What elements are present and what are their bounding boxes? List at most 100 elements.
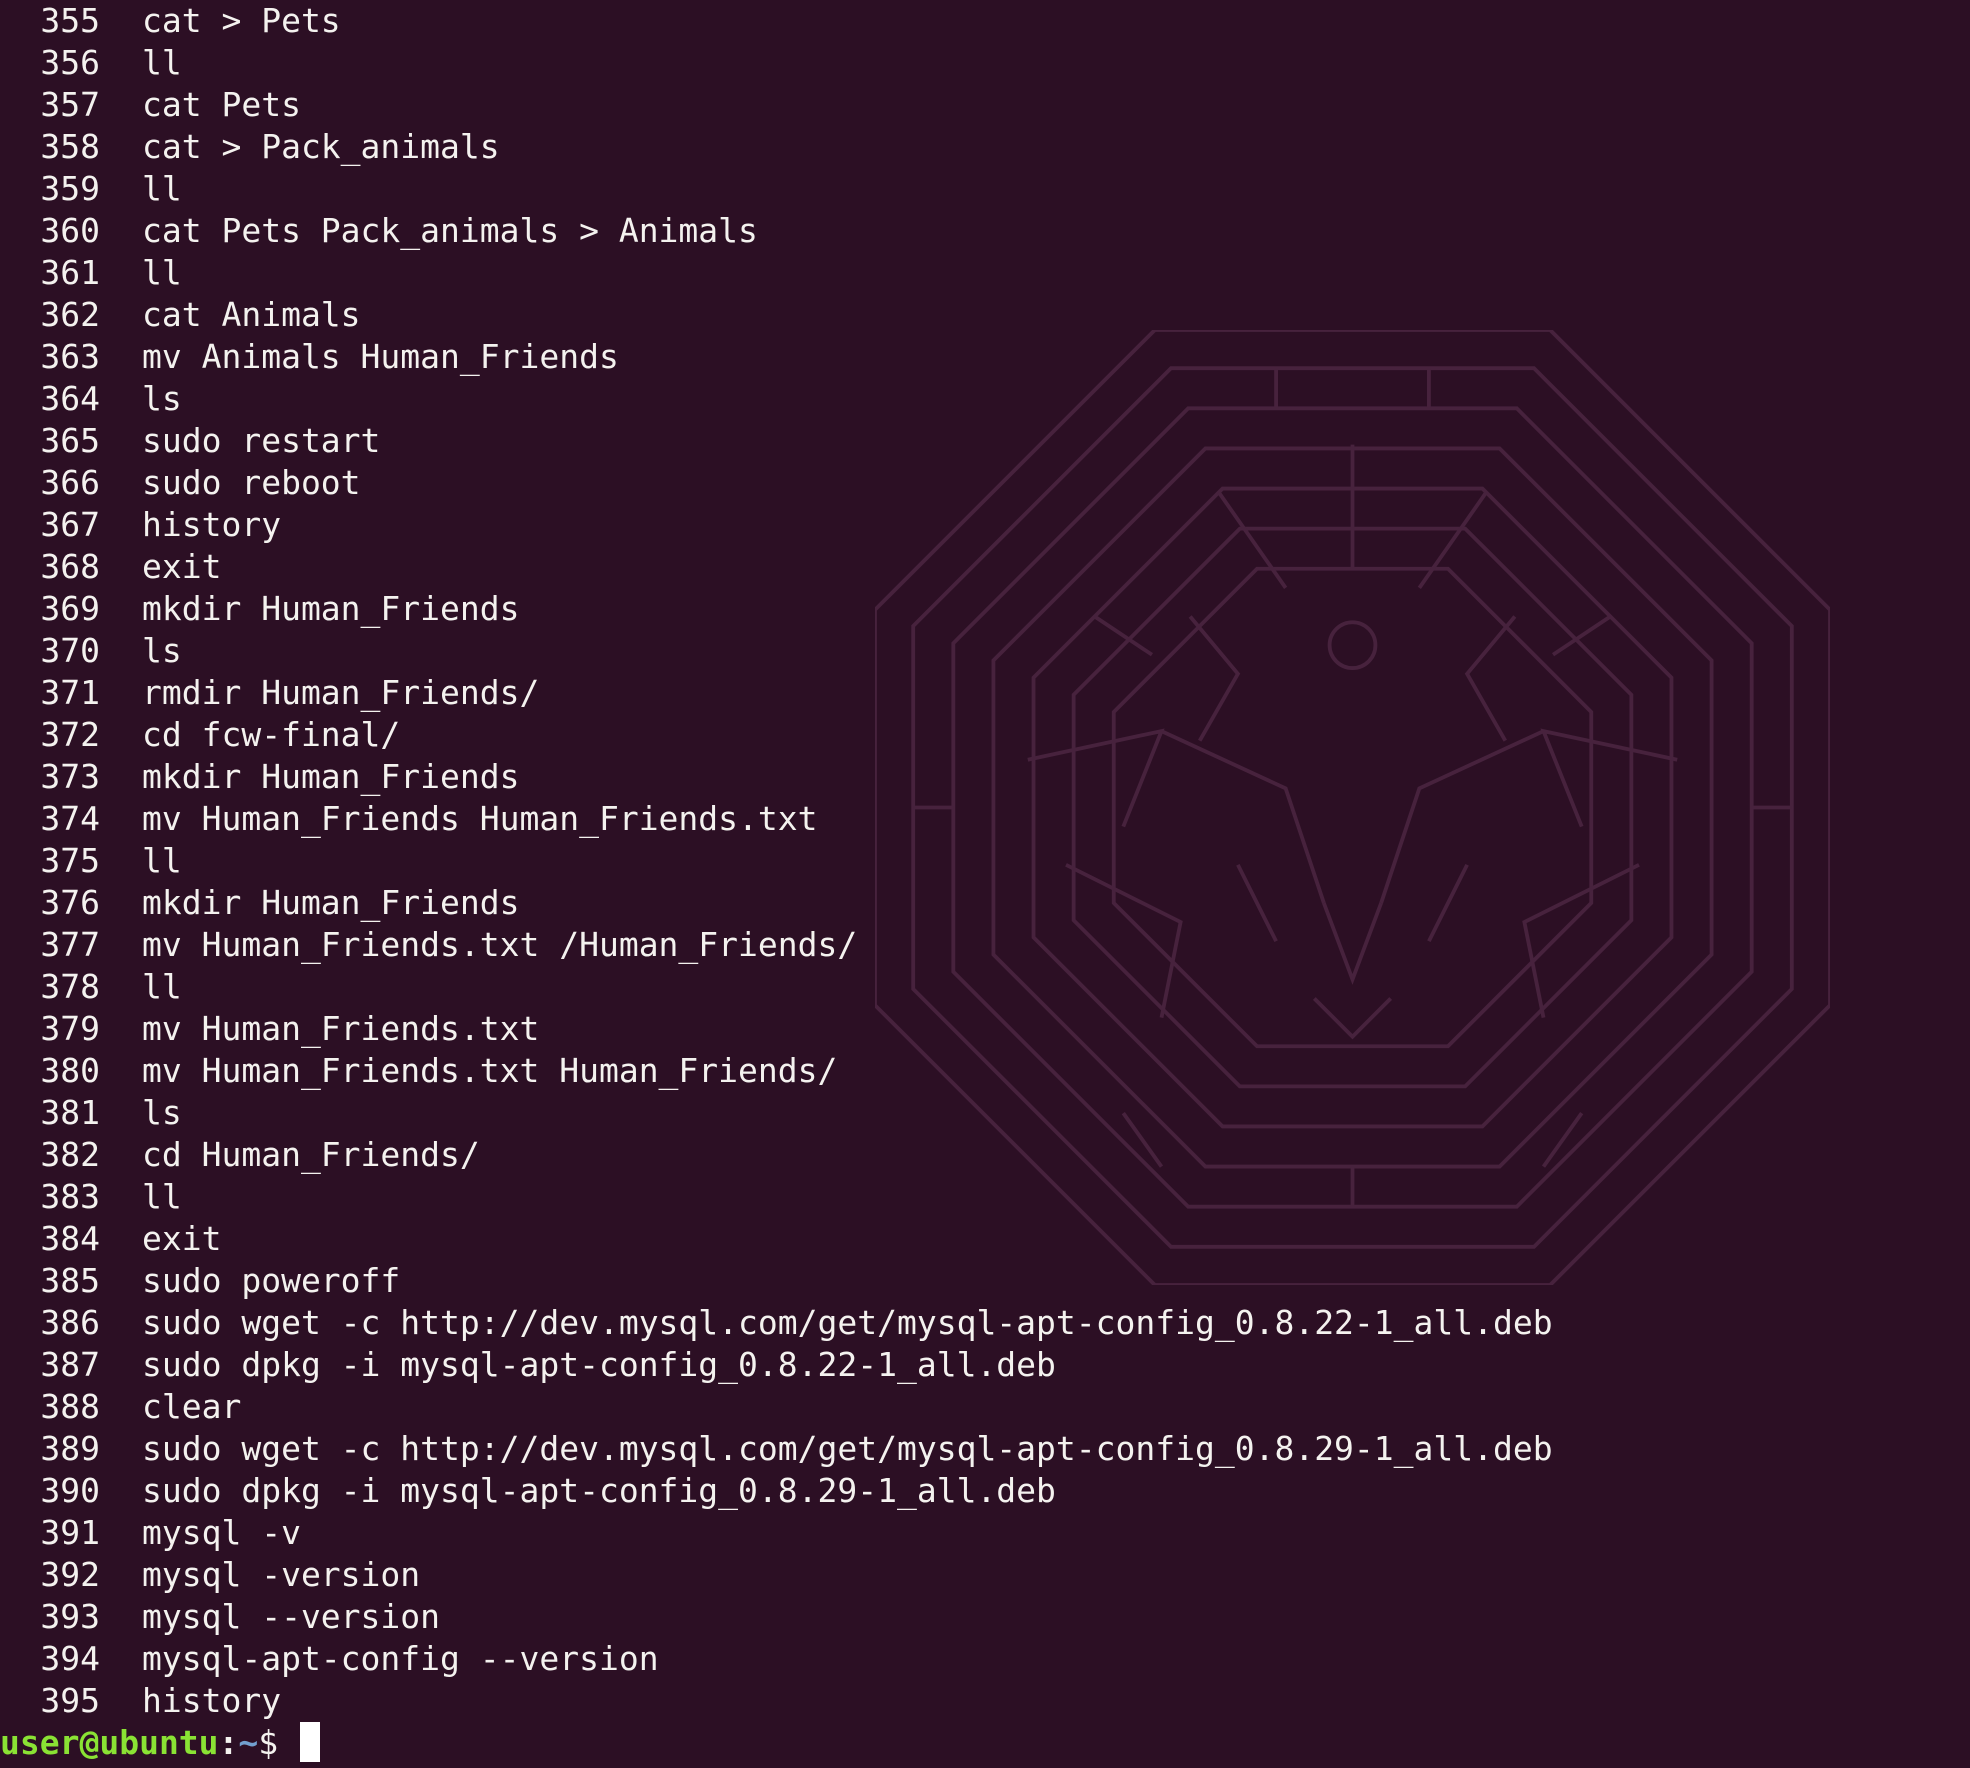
history-command: clear [142,1387,242,1426]
history-line: 371 rmdir Human_Friends/ [0,672,1970,714]
history-command: cat Pets Pack_animals > Animals [142,211,758,250]
history-number: 383 [40,1177,100,1216]
history-number: 390 [40,1471,100,1510]
history-number: 381 [40,1093,100,1132]
history-line: 362 cat Animals [0,294,1970,336]
history-line: 367 history [0,504,1970,546]
history-line: 357 cat Pets [0,84,1970,126]
history-line: 387 sudo dpkg -i mysql-apt-config_0.8.22-… [0,1344,1970,1386]
history-number: 395 [40,1681,100,1720]
history-command: cat Animals [142,295,361,334]
history-command: mv Animals Human_Friends [142,337,619,376]
history-command: sudo reboot [142,463,361,502]
history-number: 361 [40,253,100,292]
history-command: mkdir Human_Friends [142,757,520,796]
history-number: 385 [40,1261,100,1300]
history-number: 371 [40,673,100,712]
history-command: history [142,505,282,544]
history-line: 363 mv Animals Human_Friends [0,336,1970,378]
history-line: 361 ll [0,252,1970,294]
history-number: 355 [40,1,100,40]
history-command: ls [142,631,182,670]
history-number: 360 [40,211,100,250]
history-number: 384 [40,1219,100,1258]
history-command: exit [142,547,222,586]
history-number: 388 [40,1387,100,1426]
history-command: ll [142,169,182,208]
history-number: 377 [40,925,100,964]
history-command: mysql -v [142,1513,301,1552]
history-number: 372 [40,715,100,754]
history-line: 369 mkdir Human_Friends [0,588,1970,630]
history-number: 369 [40,589,100,628]
history-number: 387 [40,1345,100,1384]
history-line: 395 history [0,1680,1970,1722]
history-command: mv Human_Friends.txt Human_Friends/ [142,1051,838,1090]
history-line: 385 sudo poweroff [0,1260,1970,1302]
history-command: mv Human_Friends.txt [142,1009,540,1048]
history-command: sudo dpkg -i mysql-apt-config_0.8.29-1_a… [142,1471,1056,1510]
history-line: 377 mv Human_Friends.txt /Human_Friends/ [0,924,1970,966]
history-number: 386 [40,1303,100,1342]
history-line: 365 sudo restart [0,420,1970,462]
terminal-window[interactable]: 355 cat > Pets 356 ll 357 cat Pets 358 cat >… [0,0,1970,1768]
history-command: mysql-apt-config --version [142,1639,659,1678]
prompt-path: ~ [238,1723,259,1762]
command-prompt[interactable]: user@ubuntu:~$ [0,1722,321,1764]
history-line: 384 exit [0,1218,1970,1260]
history-number: 393 [40,1597,100,1636]
history-command: mkdir Human_Friends [142,883,520,922]
history-number: 370 [40,631,100,670]
history-line: 376 mkdir Human_Friends [0,882,1970,924]
history-command: cat > Pets [142,1,341,40]
history-number: 373 [40,757,100,796]
history-number: 391 [40,1513,100,1552]
history-command: sudo wget -c http://dev.mysql.com/get/my… [142,1303,1553,1342]
history-number: 367 [40,505,100,544]
history-number: 379 [40,1009,100,1048]
prompt-colon: : [218,1723,239,1762]
history-line: 390 sudo dpkg -i mysql-apt-config_0.8.29-… [0,1470,1970,1512]
history-line: 355 cat > Pets [0,0,1970,42]
history-line: 386 sudo wget -c http://dev.mysql.com/get… [0,1302,1970,1344]
history-command: ll [142,841,182,880]
history-number: 375 [40,841,100,880]
history-command: cd Human_Friends/ [142,1135,480,1174]
history-number: 392 [40,1555,100,1594]
history-line: 370 ls [0,630,1970,672]
history-number: 382 [40,1135,100,1174]
history-command: mkdir Human_Friends [142,589,520,628]
history-number: 363 [40,337,100,376]
history-line: 393 mysql --version [0,1596,1970,1638]
history-line: 389 sudo wget -c http://dev.mysql.com/get… [0,1428,1970,1470]
history-command: mv Human_Friends.txt /Human_Friends/ [142,925,858,964]
history-number: 374 [40,799,100,838]
history-line: 358 cat > Pack_animals [0,126,1970,168]
history-number: 376 [40,883,100,922]
history-number: 357 [40,85,100,124]
history-command: ll [142,1177,182,1216]
history-number: 394 [40,1639,100,1678]
history-command: sudo dpkg -i mysql-apt-config_0.8.22-1_a… [142,1345,1056,1384]
history-number: 364 [40,379,100,418]
history-line: 391 mysql -v [0,1512,1970,1554]
history-number: 389 [40,1429,100,1468]
history-line: 375 ll [0,840,1970,882]
history-command: mv Human_Friends Human_Friends.txt [142,799,818,838]
history-line: 364 ls [0,378,1970,420]
history-line: 378 ll [0,966,1970,1008]
history-command: ll [142,967,182,1006]
text-cursor[interactable] [300,1722,321,1762]
history-number: 356 [40,43,100,82]
history-line: 373 mkdir Human_Friends [0,756,1970,798]
history-number: 378 [40,967,100,1006]
history-line: 381 ls [0,1092,1970,1134]
history-command: cd fcw-final/ [142,715,401,754]
history-command: ll [142,43,182,82]
history-line: 366 sudo reboot [0,462,1970,504]
history-line: 372 cd fcw-final/ [0,714,1970,756]
history-command: mysql --version [142,1597,441,1636]
history-line: 388 clear [0,1386,1970,1428]
prompt-user-host: user@ubuntu [0,1723,219,1762]
history-command: sudo poweroff [142,1261,401,1300]
